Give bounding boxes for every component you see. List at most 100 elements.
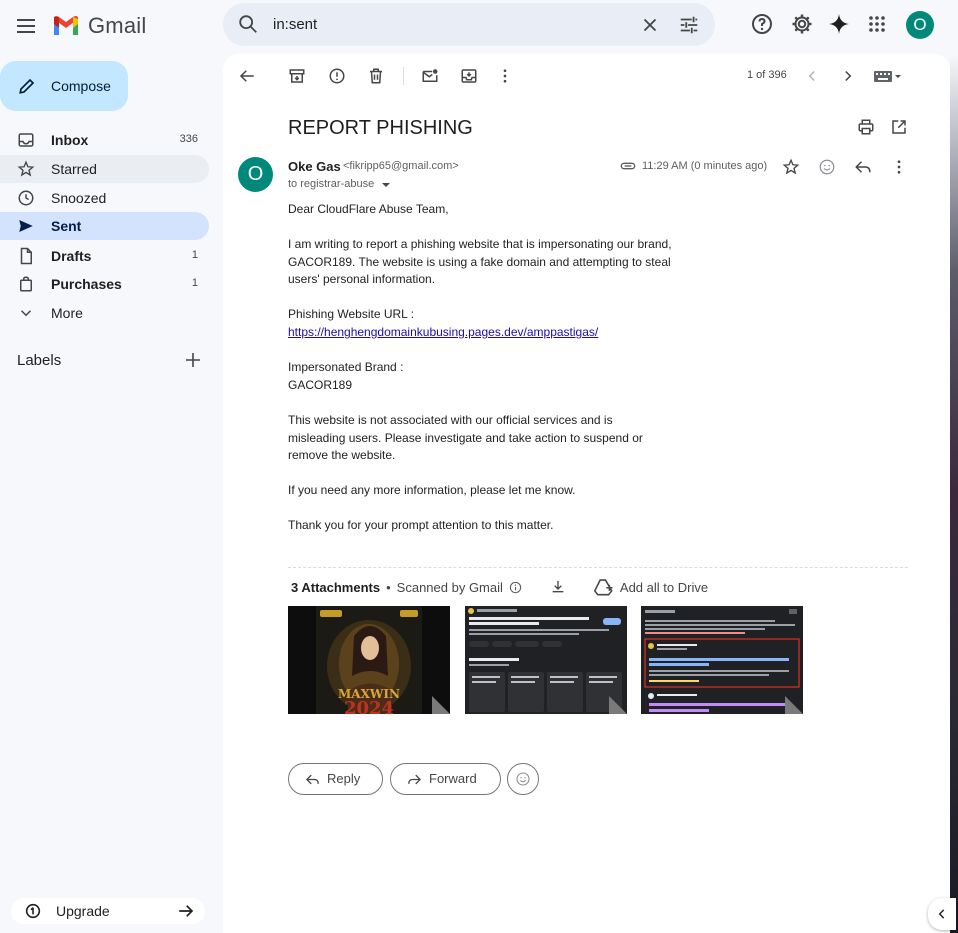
- sender-name[interactable]: Oke Gas: [288, 159, 341, 174]
- chevron-left-icon: [808, 70, 815, 82]
- delete-button[interactable]: [367, 67, 385, 85]
- thumbnail-preview-image: [465, 606, 627, 714]
- url-label: Phishing Website URL :: [288, 307, 415, 321]
- sidebar-item-label: Starred: [51, 161, 97, 177]
- add-reaction-button[interactable]: [818, 158, 836, 176]
- settings-button[interactable]: [790, 12, 814, 36]
- download-all-icon[interactable]: [550, 579, 566, 595]
- search-bar[interactable]: in:sent: [223, 3, 715, 46]
- newer-button[interactable]: [803, 67, 821, 85]
- hamburger-icon: [17, 19, 35, 33]
- search-options-icon[interactable]: [678, 14, 700, 36]
- create-label-button[interactable]: [185, 352, 201, 368]
- sidebar-item-snoozed[interactable]: Snoozed: [0, 184, 209, 212]
- add-to-drive-label[interactable]: Add all to Drive: [620, 580, 708, 595]
- sidebar-item-label: More: [51, 305, 83, 321]
- emoji-icon: [819, 159, 835, 175]
- bag-icon: [20, 276, 32, 292]
- forward-button[interactable]: Forward: [390, 763, 501, 795]
- show-details-button[interactable]: [381, 182, 391, 188]
- compose-button[interactable]: Compose: [0, 61, 128, 111]
- arrow-left-icon: [239, 70, 254, 82]
- sender-avatar[interactable]: O: [238, 157, 273, 192]
- send-icon: [19, 220, 33, 232]
- brand-label: Impersonated Brand :: [288, 360, 404, 374]
- more-options-button[interactable]: [496, 67, 514, 85]
- upgrade-label: Upgrade: [56, 903, 110, 919]
- draft-count: 1: [191, 249, 198, 261]
- email-closing: Thank you for your prompt attention to t…: [288, 518, 554, 532]
- spam-icon: [329, 68, 345, 84]
- attachments-divider: [288, 567, 908, 568]
- open-new-window-button[interactable]: [890, 118, 908, 136]
- reply-button-header[interactable]: [854, 158, 872, 176]
- sidebar-item-more[interactable]: More: [0, 299, 209, 327]
- page-fold-corner: [785, 696, 803, 714]
- sparkle-icon: [829, 14, 849, 34]
- back-button[interactable]: [238, 67, 256, 85]
- attachment-thumbnail-3[interactable]: [641, 606, 803, 714]
- sidebar-item-label: Purchases: [51, 276, 122, 292]
- sidebar-item-label: Snoozed: [51, 190, 107, 206]
- gemini-button[interactable]: [827, 12, 851, 36]
- reply-icon: [855, 161, 871, 173]
- separator-dot: •: [386, 579, 391, 595]
- upgrade-button[interactable]: Upgrade: [11, 898, 205, 924]
- pagination-text: 1 of 396: [747, 69, 787, 81]
- open-in-new-icon: [892, 120, 906, 134]
- attachment-indicator: [620, 158, 636, 174]
- plus-icon: [186, 353, 200, 367]
- attachment-thumbnail-1[interactable]: MAXWIN 2024: [288, 606, 450, 714]
- page-fold-corner: [432, 696, 450, 714]
- mark-unread-button[interactable]: [421, 67, 439, 85]
- input-tools-button[interactable]: [873, 67, 905, 85]
- keyboard-icon: [874, 71, 901, 82]
- message-more-button[interactable]: [890, 158, 908, 176]
- page-fold-corner: [609, 696, 627, 714]
- sidebar-item-starred[interactable]: Starred: [0, 155, 209, 183]
- apps-grid-icon: [869, 16, 885, 32]
- clear-search-icon[interactable]: [639, 14, 661, 36]
- gear-icon: [792, 14, 812, 34]
- move-to-button[interactable]: [460, 67, 478, 85]
- info-icon[interactable]: [509, 581, 522, 594]
- print-button[interactable]: [857, 118, 875, 136]
- attachments-header: 3 Attachments • Scanned by Gmail Add all…: [291, 578, 708, 596]
- gmail-wordmark: Gmail: [88, 13, 147, 38]
- account-avatar[interactable]: O: [906, 11, 934, 39]
- clock-icon: [18, 190, 34, 206]
- paperclip-icon: [620, 162, 636, 170]
- older-button[interactable]: [839, 67, 857, 85]
- desktop-background-strip: [950, 54, 958, 933]
- help-button[interactable]: [750, 12, 774, 36]
- apps-button[interactable]: [865, 12, 889, 36]
- report-spam-button[interactable]: [328, 67, 346, 85]
- email-subject: REPORT PHISHING: [288, 117, 473, 139]
- help-icon: [752, 14, 772, 34]
- scanned-label: Scanned by Gmail: [396, 579, 503, 595]
- inbox-icon: [18, 133, 34, 147]
- add-to-drive-icon[interactable]: [593, 578, 614, 596]
- gmail-logo[interactable]: Gmail: [52, 13, 146, 39]
- sidebar-item-purchases[interactable]: Purchases 1: [0, 270, 209, 298]
- caret-down-icon: [382, 183, 390, 187]
- search-input[interactable]: in:sent: [273, 16, 317, 33]
- brand-name: GACOR189: [288, 378, 353, 392]
- sidebar-item-drafts[interactable]: Drafts 1: [0, 242, 209, 270]
- chevron-down-icon: [20, 310, 32, 317]
- chevron-left-icon: [938, 909, 945, 919]
- main-menu-button[interactable]: [14, 14, 38, 38]
- attachment-thumbnail-2[interactable]: [465, 606, 627, 714]
- emoji-reaction-button[interactable]: [507, 763, 539, 795]
- sidebar-item-label: Inbox: [51, 132, 89, 148]
- phishing-url-link[interactable]: https://henghengdomainkubusing.pages.dev…: [288, 325, 598, 339]
- toolbar-divider: [403, 67, 404, 85]
- search-icon[interactable]: [237, 13, 259, 35]
- sidebar-item-inbox[interactable]: Inbox 336: [0, 126, 209, 154]
- star-button[interactable]: [782, 158, 800, 176]
- reply-button[interactable]: Reply: [288, 763, 383, 795]
- star-icon: [17, 160, 35, 177]
- sidebar-item-sent[interactable]: Sent: [0, 212, 209, 240]
- archive-button[interactable]: [288, 67, 306, 85]
- side-panel-toggle[interactable]: [928, 898, 956, 930]
